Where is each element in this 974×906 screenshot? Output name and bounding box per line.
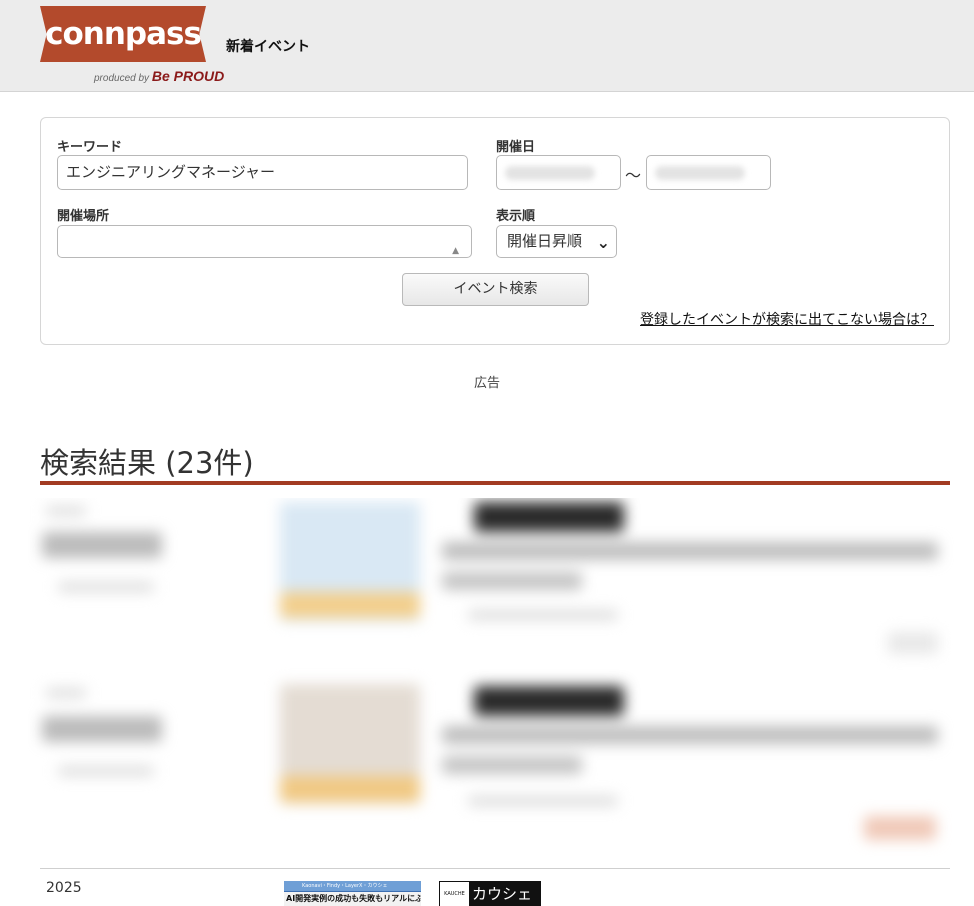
place-select[interactable]: ▲ [57,225,472,258]
event-participants [888,632,938,654]
event-group-badge [474,686,624,716]
date-separator: 〜 [625,166,642,185]
search-help-link[interactable]: 登録したイベントが検索に出てこない場合は？ [640,309,934,329]
event-list [28,498,954,858]
event-title-line2 [442,572,582,590]
date-to-input[interactable] [646,155,771,190]
event-thumbnail-band [280,776,420,802]
event-date [42,532,162,558]
ad2-text: カウシェ [472,885,533,903]
ad1-top: Kaonavi・Findy・LayerX・カウシェ [284,881,421,891]
ad-banner-kauche[interactable]: KAUCHE カウシェ [439,881,541,906]
keyword-label: キーワード [57,140,123,155]
logo-sub-text: produced by [94,73,150,84]
new-events-link[interactable]: 新着イベント [226,36,310,56]
logo-text: connpass [45,16,202,52]
search-panel: キーワード エンジニアリングマネージャー 開催日 〜 開催場所 ▲ 表示順 開催… [40,117,950,345]
ad-label: 広告 [473,376,500,391]
date-from-input[interactable] [496,155,621,190]
event-title-line2 [442,756,582,774]
connpass-logo[interactable]: connpass produced by Be PROUD [40,6,224,86]
event-group-badge [474,502,624,532]
event-time [58,582,154,592]
ad1-text: AI開発実例の成功も失敗もリアルにぶっちゃけます [284,892,421,906]
ad-banner-ai[interactable]: Kaonavi・Findy・LayerX・カウシェ AI開発実例の成功も失敗もリ… [284,881,421,906]
event-title-line1 [442,726,938,744]
event-date-year [46,688,86,698]
caret-up-icon: ▲ [452,246,459,256]
event-participants [864,816,936,840]
place-label: 開催場所 [57,209,110,224]
date-to-value [655,166,745,180]
event-time [58,766,154,776]
results-divider [40,481,950,485]
footer-divider [40,868,950,869]
logo-sub: produced by Be PROUD [94,68,224,84]
date-label: 開催日 [496,140,536,155]
footer-year: 2025 [46,880,82,896]
order-label: 表示順 [496,209,536,224]
event-date-year [46,506,86,516]
order-select-value: 開催日昇順 [507,232,583,250]
event-owner [468,610,618,620]
keyword-input[interactable]: エンジニアリングマネージャー [57,155,468,190]
site-header: connpass produced by Be PROUD 新着イベント [0,0,974,92]
event-thumbnail-band [280,592,420,618]
order-select[interactable]: 開催日昇順 ⌄ [496,225,617,258]
event-search-button[interactable]: イベント検索 [402,273,589,306]
date-from-value [505,166,595,180]
logo-sub-brand: Be PROUD [151,68,225,84]
event-owner [468,796,618,806]
event-title-line1 [442,542,938,560]
chevron-down-icon: ⌄ [596,233,610,252]
kauche-logo: KAUCHE [440,882,469,906]
event-row-blurred[interactable] [28,498,954,673]
event-date [42,716,162,742]
results-title: 検索結果 (23件) [40,446,254,480]
event-row-blurred[interactable] [28,680,954,855]
